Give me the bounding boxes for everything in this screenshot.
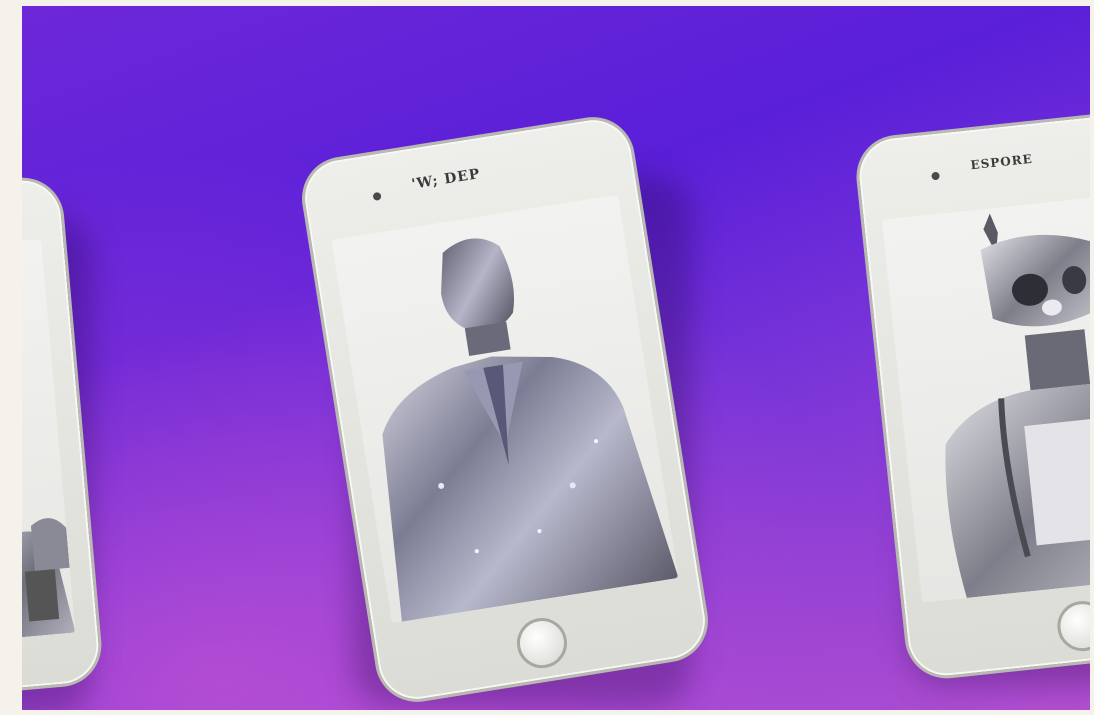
- speaker-label: ESPORE: [969, 151, 1034, 173]
- front-camera-icon: [372, 191, 382, 201]
- home-button-icon: [1054, 598, 1090, 654]
- speaker-label: 'W; DEP: [410, 166, 482, 193]
- center-phone-screen: [331, 194, 679, 624]
- right-phone-screen: [881, 191, 1090, 603]
- illustration-background: 'W; DEP ESPORE: [22, 6, 1090, 710]
- left-phone-screen: [22, 239, 76, 645]
- front-camera-icon: [931, 171, 940, 181]
- right-phone-robot-image: [945, 213, 1090, 599]
- left-phone-robot-image: [22, 518, 76, 641]
- center-phone-robot-image: [382, 238, 679, 622]
- home-button-icon: [513, 614, 571, 672]
